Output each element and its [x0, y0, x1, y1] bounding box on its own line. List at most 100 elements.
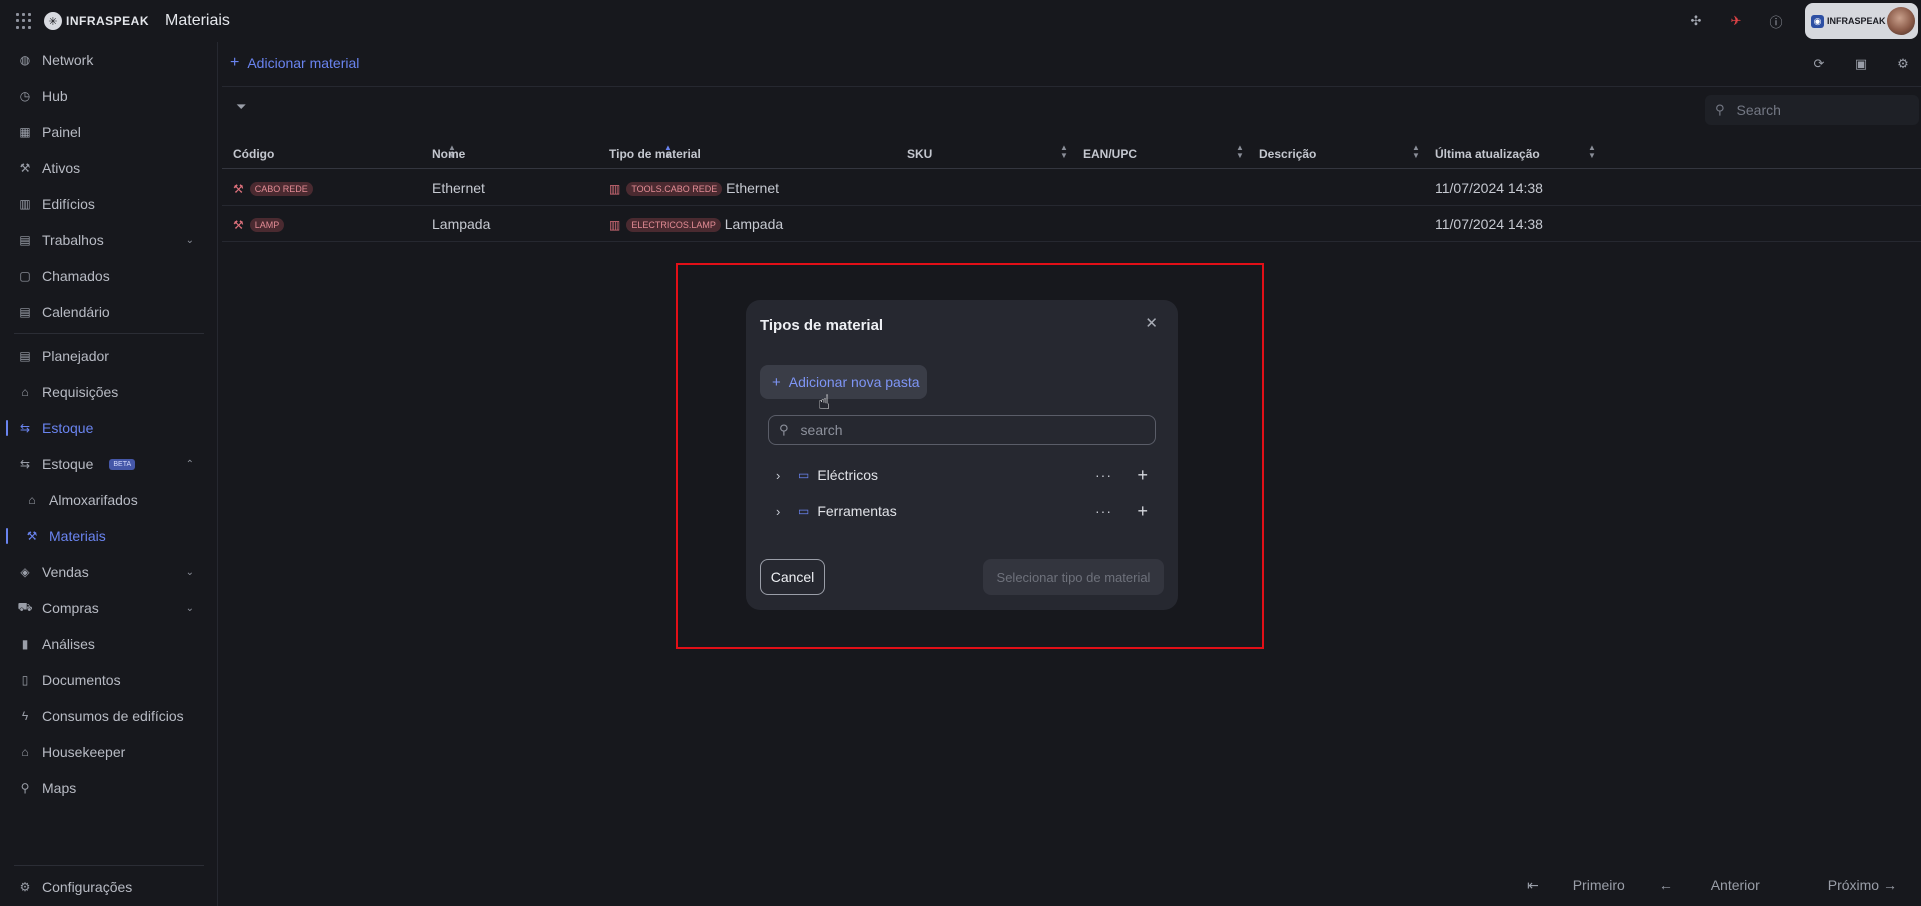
- sidebar-item-consumos[interactable]: ϟ Consumos de edifícios: [0, 699, 218, 733]
- sidebar-item-painel[interactable]: ▦ Painel: [0, 115, 218, 149]
- column-header-codigo[interactable]: Código: [233, 147, 274, 161]
- add-material-label: Adicionar material: [247, 55, 360, 71]
- chevron-down-icon[interactable]: ⌄: [186, 235, 194, 246]
- sidebar-item-network[interactable]: ◍ Network: [0, 43, 218, 77]
- add-folder-label: Adicionar nova pasta: [788, 374, 920, 390]
- sidebar-item-calendario[interactable]: ▤ Calendário: [0, 295, 218, 329]
- sidebar-item-almoxarifados[interactable]: ⌂ Almoxarifados: [0, 483, 218, 517]
- sidebar-item-materiais[interactable]: ⚒ Materiais: [0, 519, 218, 553]
- cart-icon: ⛟: [17, 600, 33, 614]
- sidebar-item-planejador[interactable]: ▤ Planejador: [0, 339, 218, 373]
- column-header-descricao[interactable]: Descrição: [1259, 147, 1316, 161]
- folder-icon: ▭: [798, 504, 810, 518]
- select-material-type-button[interactable]: Selecionar tipo de material: [983, 559, 1164, 595]
- folder-item[interactable]: › ▭ Eléctricos ··· +: [776, 460, 1156, 490]
- first-page-label: Primeiro: [1572, 877, 1625, 893]
- sidebar-item-chamados[interactable]: ▢ Chamados: [0, 259, 218, 293]
- sidebar-item-estoque[interactable]: ⇆ Estoque: [0, 411, 218, 445]
- folder-icon: ▭: [798, 468, 810, 482]
- settings-sliders-icon[interactable]: ⚙: [1893, 54, 1913, 74]
- page-title: Materiais: [165, 12, 230, 29]
- add-subfolder-icon[interactable]: +: [1137, 465, 1148, 486]
- search-icon: ⚲: [1715, 102, 1725, 117]
- cancel-button[interactable]: Cancel: [760, 559, 825, 595]
- chevron-down-icon[interactable]: ⌄: [186, 603, 194, 614]
- apps-grid-icon[interactable]: [16, 13, 32, 29]
- warehouse-icon: ⌂: [28, 493, 36, 507]
- dialog-search-input[interactable]: ⚲ search: [768, 415, 1156, 445]
- tag-icon: ◈: [20, 565, 30, 579]
- column-header-tipo[interactable]: Tipo de material: [609, 147, 701, 161]
- sidebar-item-maps[interactable]: ⚲ Maps: [0, 771, 218, 805]
- sidebar-item-estoque-beta[interactable]: ⇆ Estoque BETA ⌃: [0, 447, 218, 481]
- table-header: Código ▲ ▼ Nome ▲ ▼ Tipo de material SKU ▲…: [222, 139, 1921, 169]
- next-page-button[interactable]: Próximo →: [1794, 877, 1897, 894]
- satellite-icon[interactable]: ✈: [1725, 10, 1747, 32]
- add-folder-button[interactable]: + Adicionar nova pasta: [760, 365, 927, 399]
- table-search-input[interactable]: ⚲ Search: [1705, 95, 1919, 125]
- chevron-up-icon[interactable]: ⌃: [186, 459, 194, 470]
- sort-icon[interactable]: ▲ ▼: [1236, 144, 1244, 160]
- chart-icon: ▮: [21, 637, 29, 651]
- add-material-button[interactable]: + Adicionar material: [230, 54, 359, 72]
- sidebar-divider: [14, 865, 204, 866]
- sidebar-item-trabalhos[interactable]: ▤ Trabalhos ⌄: [0, 223, 218, 257]
- table-row[interactable]: ⚒ LAMP Lampada ▥ ELECTRICOS.LAMP Lampada 1…: [222, 206, 1921, 242]
- column-header-sku[interactable]: SKU: [907, 147, 932, 161]
- sort-icon[interactable]: ▲ ▼: [1588, 144, 1596, 160]
- column-header-nome[interactable]: Nome: [432, 147, 465, 161]
- sidebar-item-analises[interactable]: ▮ Análises: [0, 627, 218, 661]
- chevron-down-icon[interactable]: ⌄: [186, 567, 194, 578]
- folder-name: Ferramentas: [817, 503, 897, 519]
- name-cell: Ethernet: [432, 180, 485, 196]
- column-header-ultima-atualizacao[interactable]: Última atualização: [1435, 147, 1540, 161]
- sidebar-item-requisicoes[interactable]: ⌂ Requisições: [0, 375, 218, 409]
- globe-icon: ◍: [19, 53, 31, 67]
- app-logo[interactable]: ✳ INFRASPEAK: [44, 12, 149, 30]
- clock-icon: ◷: [19, 89, 31, 103]
- sidebar-item-label: Trabalhos: [42, 232, 104, 248]
- updated-cell: 11/07/2024 14:38: [1435, 216, 1543, 232]
- sidebar-item-housekeeper[interactable]: ⌂ Housekeeper: [0, 735, 218, 769]
- code-cell: ⚒ CABO REDE: [233, 180, 313, 197]
- help-icon[interactable]: ⓘ: [1765, 10, 1787, 32]
- sidebar-item-label: Estoque: [42, 420, 94, 436]
- sidebar-item-ativos[interactable]: ⚒ Ativos: [0, 151, 218, 185]
- type-pill: ELECTRICOS.LAMP: [626, 218, 721, 233]
- dialog-title: Tipos de material: [760, 317, 884, 334]
- sidebar-item-documentos[interactable]: ▯ Documentos: [0, 663, 218, 697]
- first-page-button[interactable]: ⇤ Primeiro: [1527, 877, 1625, 894]
- integrations-icon[interactable]: ✣: [1685, 10, 1707, 32]
- sidebar-item-label: Housekeeper: [42, 744, 126, 760]
- sidebar-item-label: Requisições: [42, 384, 119, 400]
- more-options-icon[interactable]: ···: [1095, 503, 1112, 519]
- wrench-icon: ⚒: [233, 218, 244, 232]
- code-cell: ⚒ LAMP: [233, 216, 285, 233]
- wrench-icon: ⚒: [26, 529, 38, 543]
- columns-icon[interactable]: ▣: [1851, 54, 1871, 74]
- sidebar-item-compras[interactable]: ⛟ Compras ⌄: [0, 591, 218, 625]
- chevron-right-icon[interactable]: ›: [776, 504, 790, 519]
- sort-icon[interactable]: ▲ ▼: [1412, 144, 1420, 160]
- sidebar-item-label: Maps: [42, 780, 77, 796]
- sort-icon[interactable]: ▲ ▼: [1060, 144, 1068, 160]
- more-options-icon[interactable]: ···: [1095, 467, 1112, 483]
- column-header-ean[interactable]: EAN/UPC: [1083, 147, 1137, 161]
- bolt-icon: ϟ: [21, 709, 29, 723]
- sidebar-item-hub[interactable]: ◷ Hub: [0, 79, 218, 113]
- folder-item[interactable]: › ▭ Ferramentas ··· +: [776, 496, 1156, 526]
- sidebar-item-vendas[interactable]: ◈ Vendas ⌄: [0, 555, 218, 589]
- add-subfolder-icon[interactable]: +: [1137, 501, 1148, 522]
- account-menu[interactable]: ◉ INFRASPEAK: [1805, 3, 1918, 39]
- avatar[interactable]: [1887, 7, 1915, 35]
- chevron-right-icon[interactable]: ›: [776, 468, 790, 483]
- close-icon[interactable]: ✕: [1145, 314, 1158, 332]
- sidebar-item-label: Configurações: [42, 879, 133, 895]
- sidebar-item-configuracoes[interactable]: ⚙ Configurações: [0, 870, 218, 904]
- refresh-icon[interactable]: ⟳: [1809, 54, 1829, 74]
- sidebar-item-edificios[interactable]: ▥ Edifícios: [0, 187, 218, 221]
- table-row[interactable]: ⚒ CABO REDE Ethernet ▥ TOOLS.CABO REDE Eth…: [222, 170, 1921, 206]
- filter-icon[interactable]: ⏷: [236, 99, 246, 115]
- prev-page-button[interactable]: ← Anterior: [1659, 877, 1760, 894]
- search-icon: ⚲: [779, 422, 789, 437]
